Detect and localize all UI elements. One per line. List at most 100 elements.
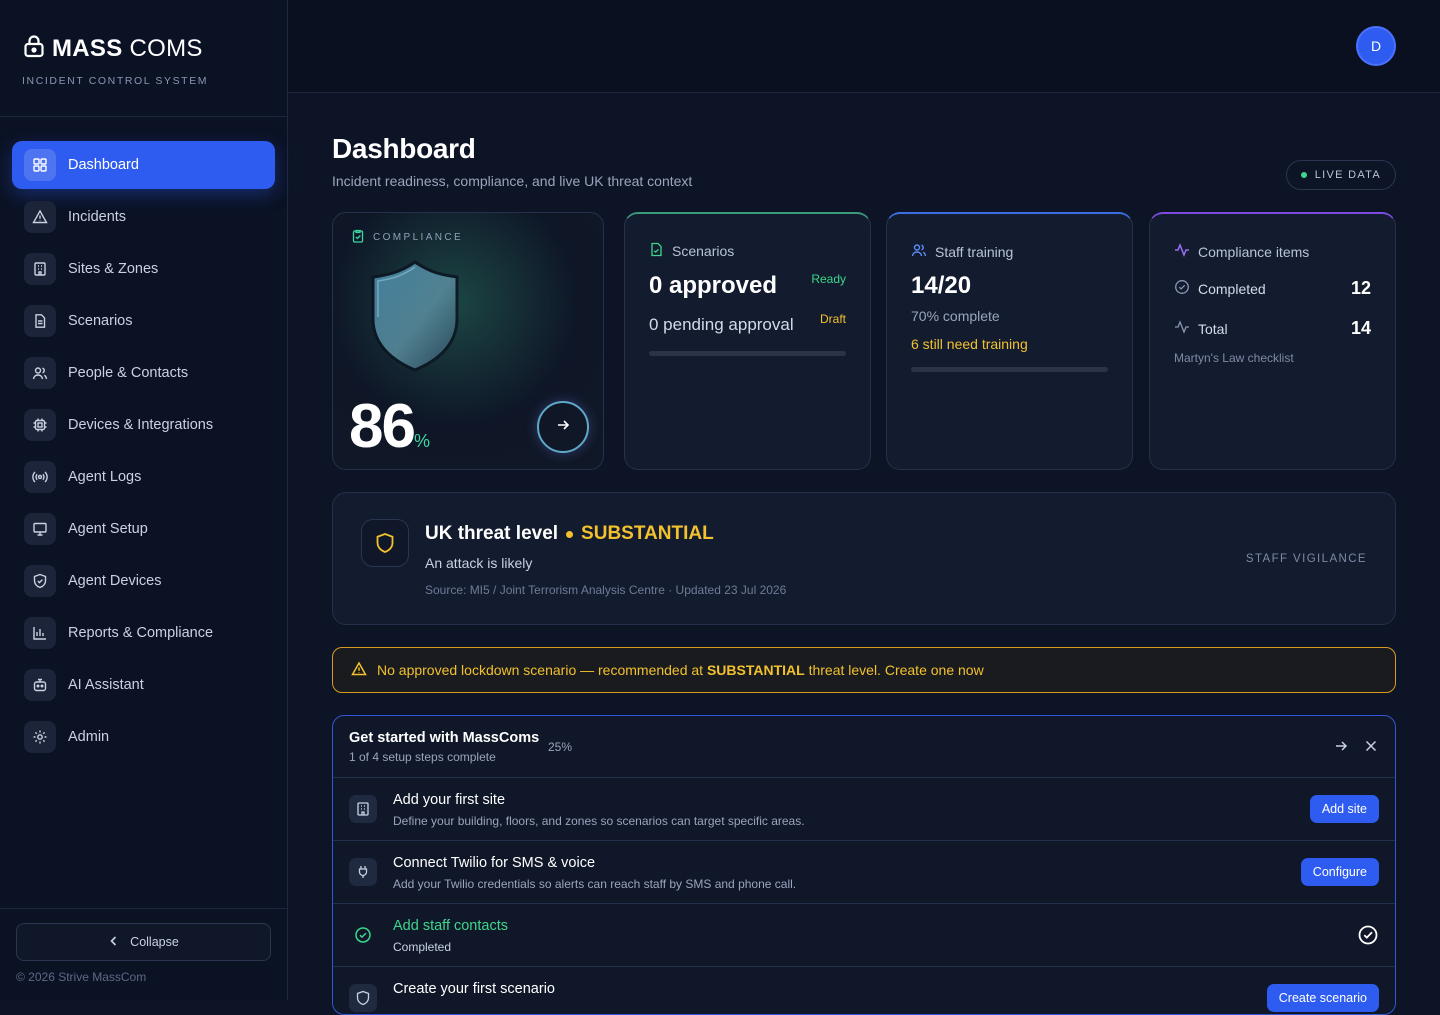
training-count: 14/20 xyxy=(911,272,972,299)
document-check-icon xyxy=(649,242,664,260)
training-percent: 70% complete xyxy=(911,308,1000,324)
setup-step-staff-contacts: Add staff contacts Completed xyxy=(333,904,1395,967)
setup-step-add-site: Add your first site Define your building… xyxy=(333,778,1395,841)
brand-name: MASS COMS xyxy=(52,34,203,62)
setup-step-scenario: Create your first scenario Create scenar… xyxy=(333,967,1395,1014)
completed-check-icon xyxy=(1357,924,1379,951)
sidebar-item-ai-assistant[interactable]: AI Assistant xyxy=(12,661,275,709)
sidebar-item-label: Reports & Compliance xyxy=(68,625,214,641)
broadcast-icon xyxy=(24,461,56,493)
compliance-label-text: COMPLIANCE xyxy=(373,232,464,243)
get-started-header: Get started with MassComs 1 of 4 setup s… xyxy=(333,716,1395,778)
sidebar-item-reports-compliance[interactable]: Reports & Compliance xyxy=(12,609,275,657)
get-started-panel: Get started with MassComs 1 of 4 setup s… xyxy=(332,715,1396,1015)
scenarios-pending: 0 pending approval xyxy=(649,315,794,334)
sidebar-footer: Collapse © 2026 Strive MassCom xyxy=(0,908,287,1000)
compliance-items-header: Compliance items xyxy=(1174,242,1309,261)
training-card-header: Staff training xyxy=(911,242,1013,261)
get-started-steps: 1 of 4 setup steps complete xyxy=(349,750,496,764)
warning-triangle-icon xyxy=(24,201,56,233)
sidebar-item-agent-setup[interactable]: Agent Setup xyxy=(12,505,275,553)
sidebar-item-admin[interactable]: Admin xyxy=(12,713,275,761)
training-needed: 6 still need training xyxy=(911,336,1028,352)
document-icon xyxy=(24,305,56,337)
brand: MASS COMS INCIDENT CONTROL SYSTEM xyxy=(0,0,287,117)
sidebar-item-label: Incidents xyxy=(68,209,127,225)
get-started-title: Get started with MassComs xyxy=(349,730,540,746)
draft-tag: Draft xyxy=(819,312,846,326)
robot-icon xyxy=(24,669,56,701)
compliance-items-title: Compliance items xyxy=(1198,243,1310,260)
sidebar-item-agent-logs[interactable]: Agent Logs xyxy=(12,453,275,501)
sidebar-item-label: People & Contacts xyxy=(68,365,189,381)
sidebar-item-label: AI Assistant xyxy=(68,677,144,693)
page-title: Dashboard xyxy=(332,133,476,164)
ready-tag: Ready xyxy=(811,272,846,286)
sidebar-item-scenarios[interactable]: Scenarios xyxy=(12,297,275,345)
live-dot-icon xyxy=(1300,172,1307,178)
compliance-footer: Martyn's Law checklist xyxy=(1174,351,1294,365)
page-subtitle: Incident readiness, compliance, and live… xyxy=(332,173,693,189)
main-content: Dashboard Incident readiness, compliance… xyxy=(332,93,1396,1015)
step-title: Add your first site xyxy=(393,792,506,808)
training-card-title: Staff training xyxy=(935,243,1014,260)
warning-triangle-icon xyxy=(351,660,367,680)
threat-title: UK threat level SUBSTANTIAL xyxy=(425,523,714,545)
sidebar-item-label: Admin xyxy=(68,729,110,745)
building-icon xyxy=(24,253,56,285)
live-data-label: LIVE DATA xyxy=(1314,169,1381,181)
compliance-open-button[interactable] xyxy=(537,401,589,453)
brand-subtitle: INCIDENT CONTROL SYSTEM xyxy=(22,75,209,87)
configure-button[interactable]: Configure xyxy=(1300,858,1379,886)
sidebar-item-dashboard[interactable]: Dashboard xyxy=(12,141,275,189)
collapse-button[interactable]: Collapse xyxy=(16,923,271,961)
live-data-badge: LIVE DATA xyxy=(1285,160,1396,190)
scenarios-card[interactable]: Scenarios 0 approved Ready 0 pending app… xyxy=(624,212,871,470)
total-row: Total 14 xyxy=(1174,318,1371,339)
sidebar-item-incidents[interactable]: Incidents xyxy=(12,193,275,241)
create-scenario-button[interactable]: Create scenario xyxy=(1266,984,1379,1012)
staff-training-card[interactable]: Staff training 14/20 70% complete 6 stil… xyxy=(886,212,1133,470)
compliance-items-card[interactable]: Compliance items Completed 12 Total 14 M… xyxy=(1149,212,1396,470)
sidebar-item-people-contacts[interactable]: People & Contacts xyxy=(12,349,275,397)
shield-check-icon xyxy=(24,565,56,597)
clipboard-check-icon xyxy=(351,229,365,246)
step-title: Add staff contacts xyxy=(393,918,508,934)
monitor-icon xyxy=(24,513,56,545)
scenarios-card-header: Scenarios xyxy=(649,242,734,260)
step-title: Create your first scenario xyxy=(393,981,555,997)
compliance-card[interactable]: COMPLIANCE 86% xyxy=(332,212,604,470)
shield-icon xyxy=(361,519,409,567)
avatar[interactable]: D xyxy=(1356,26,1396,66)
scenarios-approved: 0 approved xyxy=(649,272,778,299)
get-started-percent: 25% xyxy=(548,740,573,754)
lockdown-warning-banner[interactable]: No approved lockdown scenario — recommen… xyxy=(332,647,1396,693)
scenarios-card-title: Scenarios xyxy=(672,243,735,259)
people-icon xyxy=(24,357,56,389)
step-description: Add your Twilio credentials so alerts ca… xyxy=(393,877,797,891)
sidebar-item-label: Agent Setup xyxy=(68,521,148,537)
shield-icon xyxy=(349,984,377,1012)
get-started-actions xyxy=(1333,738,1379,759)
activity-icon xyxy=(1174,319,1190,338)
total-value: 14 xyxy=(1350,318,1371,338)
compliance-label: COMPLIANCE xyxy=(351,229,463,246)
threat-source: Source: MI5 / Joint Terrorism Analysis C… xyxy=(425,583,787,597)
sidebar-item-sites-zones[interactable]: Sites & Zones xyxy=(12,245,275,293)
sidebar-item-label: Devices & Integrations xyxy=(68,417,214,433)
collapse-label: Collapse xyxy=(130,935,179,949)
sidebar-item-label: Sites & Zones xyxy=(68,261,159,277)
arrow-right-icon[interactable] xyxy=(1333,738,1349,759)
step-status: Completed xyxy=(393,940,452,954)
chip-icon xyxy=(24,409,56,441)
arrow-right-icon xyxy=(555,417,571,438)
compliance-score: 86% xyxy=(349,392,430,461)
add-site-button[interactable]: Add site xyxy=(1309,795,1379,823)
training-progress-bar xyxy=(911,367,1108,372)
sidebar-item-agent-devices[interactable]: Agent Devices xyxy=(12,557,275,605)
lock-icon xyxy=(22,34,46,63)
close-icon[interactable] xyxy=(1363,738,1379,759)
sidebar-item-devices-integrations[interactable]: Devices & Integrations xyxy=(12,401,275,449)
dashboard-grid-icon xyxy=(24,149,56,181)
topbar: D xyxy=(288,0,1440,93)
